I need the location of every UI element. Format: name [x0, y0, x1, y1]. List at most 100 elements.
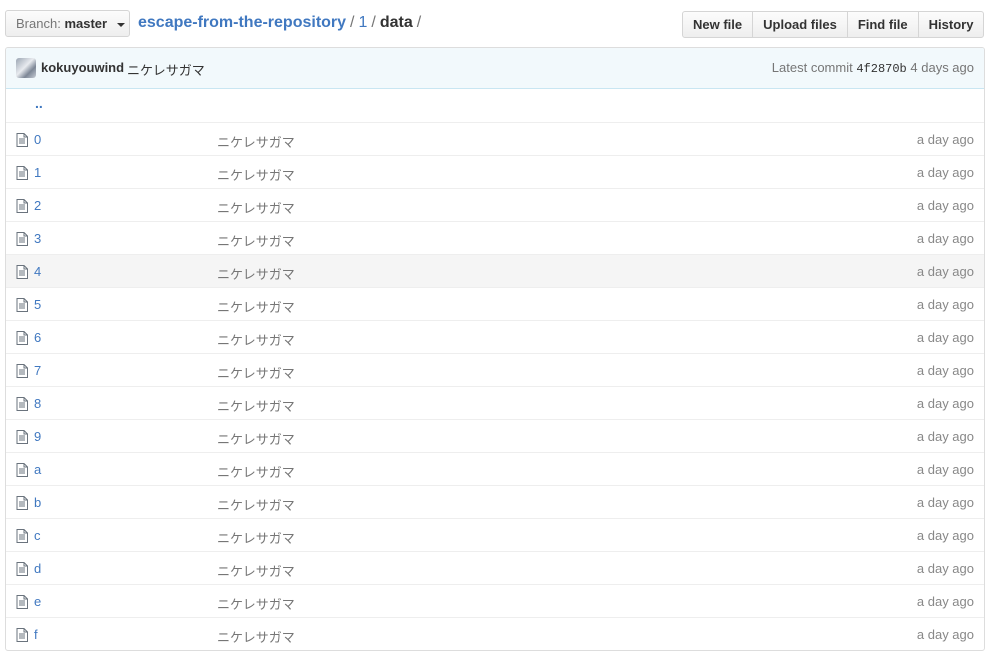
- file-name-link[interactable]: 5: [34, 297, 41, 312]
- file-row[interactable]: 9 ニケレサガマ a day ago: [6, 419, 984, 452]
- branch-prefix: Branch:: [16, 16, 61, 31]
- file-row[interactable]: 1 ニケレサガマ a day ago: [6, 155, 984, 188]
- file-age: a day ago: [916, 462, 974, 477]
- latest-commit-bar: kokuyouwind ニケレサガマ Latest commit 4f2870b…: [6, 48, 984, 89]
- file-name-link[interactable]: 3: [34, 231, 41, 246]
- file-row[interactable]: b ニケレサガマ a day ago: [6, 485, 984, 518]
- file-row[interactable]: 6 ニケレサガマ a day ago: [6, 320, 984, 353]
- file-name-link[interactable]: 4: [34, 264, 41, 279]
- branch-name: master: [64, 16, 108, 31]
- file-commit-message-link[interactable]: ニケレサガマ: [217, 330, 295, 349]
- file-age: a day ago: [916, 561, 974, 576]
- commit-message-link[interactable]: ニケレサガマ: [127, 60, 205, 79]
- file-name-link[interactable]: 6: [34, 330, 41, 345]
- file-text-icon: [16, 595, 28, 609]
- file-text-icon: [16, 232, 28, 246]
- file-age: a day ago: [916, 231, 974, 246]
- file-commit-message-link[interactable]: ニケレサガマ: [217, 198, 295, 217]
- file-name-link[interactable]: 7: [34, 363, 41, 378]
- file-age: a day ago: [916, 396, 974, 411]
- caret-down-icon: [116, 22, 125, 27]
- file-commit-message-link[interactable]: ニケレサガマ: [217, 594, 295, 613]
- file-commit-message-link[interactable]: ニケレサガマ: [217, 264, 295, 283]
- file-row[interactable]: 0 ニケレサガマ a day ago: [6, 122, 984, 155]
- branch-select-button[interactable]: Branch: master: [5, 10, 130, 37]
- file-name-link[interactable]: 9: [34, 429, 41, 444]
- file-name-link[interactable]: 0: [34, 132, 41, 147]
- commit-meta: Latest commit 4f2870b 4 days ago: [772, 60, 974, 76]
- file-age: a day ago: [916, 330, 974, 345]
- file-age: a day ago: [916, 429, 974, 444]
- file-row[interactable]: c ニケレサガマ a day ago: [6, 518, 984, 551]
- breadcrumb-separator: /: [371, 14, 376, 31]
- file-commit-message-link[interactable]: ニケレサガマ: [217, 495, 295, 514]
- file-text-icon: [16, 298, 28, 312]
- breadcrumb-separator: /: [350, 14, 355, 31]
- file-row[interactable]: f ニケレサガマ a day ago: [6, 617, 984, 650]
- history-button[interactable]: History: [917, 11, 985, 38]
- file-name-link[interactable]: a: [34, 462, 41, 477]
- file-actions: New file Upload files Find file History: [682, 11, 985, 38]
- file-text-icon: [16, 199, 28, 213]
- file-text-icon: [16, 166, 28, 180]
- commit-author-link[interactable]: kokuyouwind: [41, 60, 124, 75]
- upload-files-button[interactable]: Upload files: [752, 11, 848, 38]
- file-name-link[interactable]: b: [34, 495, 41, 510]
- file-row[interactable]: 8 ニケレサガマ a day ago: [6, 386, 984, 419]
- file-row[interactable]: 7 ニケレサガマ a day ago: [6, 353, 984, 386]
- commit-sha-link[interactable]: 4f2870b: [856, 62, 906, 76]
- file-row[interactable]: 4 ニケレサガマ a day ago: [6, 254, 984, 287]
- file-commit-message-link[interactable]: ニケレサガマ: [217, 231, 295, 250]
- file-text-icon: [16, 397, 28, 411]
- file-name-link[interactable]: 8: [34, 396, 41, 411]
- file-commit-message-link[interactable]: ニケレサガマ: [217, 396, 295, 415]
- file-name-link[interactable]: c: [34, 528, 41, 543]
- parent-dir-link[interactable]: ..: [35, 95, 43, 111]
- file-row[interactable]: 5 ニケレサガマ a day ago: [6, 287, 984, 320]
- file-text-icon: [16, 133, 28, 147]
- file-commit-message-link[interactable]: ニケレサガマ: [217, 363, 295, 382]
- file-commit-message-link[interactable]: ニケレサガマ: [217, 627, 295, 646]
- file-commit-message-link[interactable]: ニケレサガマ: [217, 429, 295, 448]
- latest-commit-label: Latest commit: [771, 60, 853, 75]
- file-text-icon: [16, 496, 28, 510]
- file-text-icon: [16, 364, 28, 378]
- file-text-icon: [16, 430, 28, 444]
- file-commit-message-link[interactable]: ニケレサガマ: [217, 561, 295, 580]
- file-commit-message-link[interactable]: ニケレサガマ: [217, 297, 295, 316]
- file-name-link[interactable]: f: [34, 627, 38, 642]
- file-list: kokuyouwind ニケレサガマ Latest commit 4f2870b…: [5, 47, 985, 651]
- file-name-link[interactable]: d: [34, 561, 41, 576]
- file-commit-message-link[interactable]: ニケレサガマ: [217, 528, 295, 547]
- avatar[interactable]: [16, 58, 36, 78]
- file-text-icon: [16, 463, 28, 477]
- file-age: a day ago: [916, 132, 974, 147]
- parent-dir-row: ..: [6, 89, 984, 122]
- file-age: a day ago: [916, 528, 974, 543]
- file-commit-message-link[interactable]: ニケレサガマ: [217, 462, 295, 481]
- file-name-link[interactable]: 2: [34, 198, 41, 213]
- file-age: a day ago: [916, 297, 974, 312]
- file-age: a day ago: [916, 495, 974, 510]
- file-row[interactable]: e ニケレサガマ a day ago: [6, 584, 984, 617]
- file-text-icon: [16, 628, 28, 642]
- file-name-link[interactable]: 1: [34, 165, 41, 180]
- file-age: a day ago: [916, 627, 974, 642]
- file-navigation: Branch: master escape-from-the-repositor…: [0, 0, 991, 47]
- find-file-button[interactable]: Find file: [846, 11, 919, 38]
- file-row[interactable]: d ニケレサガマ a day ago: [6, 551, 984, 584]
- file-commit-message-link[interactable]: ニケレサガマ: [217, 165, 295, 184]
- file-age: a day ago: [916, 165, 974, 180]
- file-name-link[interactable]: e: [34, 594, 41, 609]
- new-file-button[interactable]: New file: [682, 11, 754, 38]
- file-age: a day ago: [916, 363, 974, 378]
- file-text-icon: [16, 529, 28, 543]
- file-row[interactable]: a ニケレサガマ a day ago: [6, 452, 984, 485]
- file-row[interactable]: 3 ニケレサガマ a day ago: [6, 221, 984, 254]
- breadcrumb-repo-link[interactable]: escape-from-the-repository: [138, 14, 346, 31]
- breadcrumb-current-dir: data: [379, 14, 413, 31]
- file-row[interactable]: 2 ニケレサガマ a day ago: [6, 188, 984, 221]
- file-text-icon: [16, 331, 28, 345]
- file-age: a day ago: [916, 594, 974, 609]
- file-commit-message-link[interactable]: ニケレサガマ: [217, 132, 295, 151]
